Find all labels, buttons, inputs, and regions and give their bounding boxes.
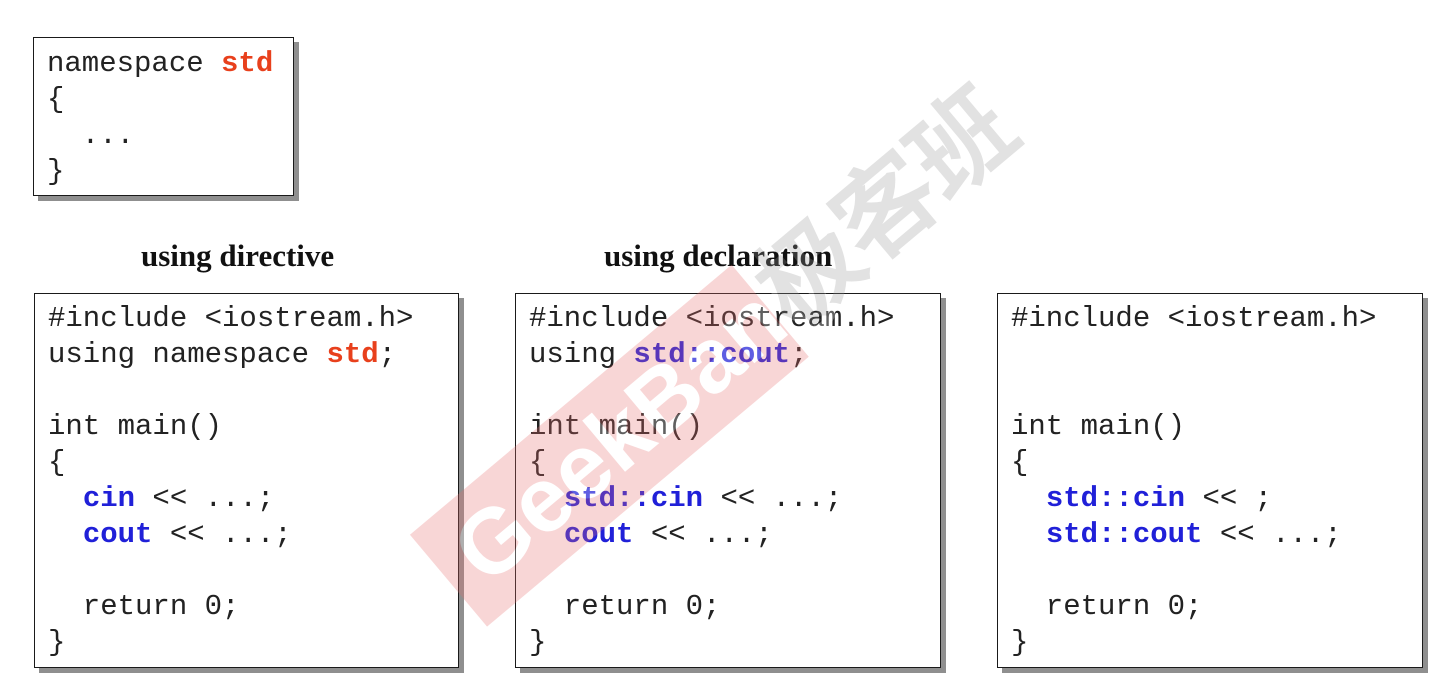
code-text: << ...; [703,482,843,515]
code-text: { [48,446,66,479]
code-text: { [1011,446,1029,479]
code-keyword: cout [563,518,634,551]
code-block: #include <iostream.h> using std::cout;int… [529,301,894,661]
code-line: { [529,445,894,481]
code-line: using namespace std; [48,337,413,373]
code-line: ... [47,118,273,154]
code-text: int main() [529,410,704,443]
code-text: << ...; [135,482,275,515]
code-line: return 0; [48,589,413,625]
code-text: #include <iostream.h> [529,302,895,335]
code-text: ... [47,119,135,152]
using-declaration-code-box: #include <iostream.h> using std::cout;int… [515,293,941,668]
using-directive-code-box: #include <iostream.h> using namespace std… [34,293,459,668]
code-line: } [48,625,413,661]
code-keyword: std::cout [1045,518,1203,551]
code-block: #include <iostream.h>int main(){ std::ci… [1011,301,1376,661]
code-keyword: std::cout [633,338,791,371]
code-text: using [529,338,634,371]
code-text: #include <iostream.h> [1011,302,1377,335]
code-line: int main() [1011,409,1376,445]
code-line: #include <iostream.h> [48,301,413,337]
code-text: { [529,446,547,479]
code-text: return 0; [48,590,240,623]
code-line: { [47,82,273,118]
code-line: using std::cout; [529,337,894,373]
code-text: } [1011,626,1029,659]
code-text: << ...; [1202,518,1342,551]
code-text: return 0; [1011,590,1203,623]
code-line: cout << ...; [48,517,413,553]
code-text: << ; [1185,482,1273,515]
code-keyword: std::cin [563,482,704,515]
code-text: } [529,626,547,659]
code-line: std::cin << ; [1011,481,1376,517]
code-line: namespace std [47,46,273,82]
code-text: { [47,83,65,116]
code-text: return 0; [529,590,721,623]
code-text: namespace [47,47,222,80]
code-text: ; [378,338,397,371]
code-text: ; [790,338,808,371]
code-text: } [48,626,66,659]
code-line: } [529,625,894,661]
code-line: #include <iostream.h> [529,301,894,337]
code-keyword: std [221,47,274,80]
code-text: using namespace [48,338,327,371]
code-line: } [47,154,273,190]
code-keyword: std [326,338,379,371]
code-text: } [47,155,65,188]
code-line: int main() [48,409,413,445]
code-line: return 0; [1011,589,1376,625]
code-line: { [48,445,413,481]
code-line: std::cin << ...; [529,481,894,517]
code-line: } [1011,625,1376,661]
code-keyword: std::cin [1045,482,1186,515]
code-text: #include <iostream.h> [48,302,414,335]
code-keyword: cin [82,482,136,515]
code-line: { [1011,445,1376,481]
caption-using-directive: using directive [141,238,335,273]
code-line: int main() [529,409,894,445]
code-text: int main() [1011,410,1186,443]
code-line: return 0; [529,589,894,625]
code-text: << ...; [633,518,773,551]
code-line: cout << ...; [529,517,894,553]
namespace-code-box: namespace std{ ...} [33,37,294,196]
code-keyword: cout [82,518,153,551]
code-line: #include <iostream.h> [1011,301,1376,337]
caption-using-declaration: using declaration [604,238,833,273]
code-line: cin << ...; [48,481,413,517]
code-text: << ...; [152,518,292,551]
code-block: #include <iostream.h> using namespace std… [48,301,413,661]
code-line: std::cout << ...; [1011,517,1376,553]
code-text: int main() [48,410,223,443]
code-block: namespace std{ ...} [47,46,273,190]
fully-qualified-code-box: #include <iostream.h>int main(){ std::ci… [997,293,1423,668]
